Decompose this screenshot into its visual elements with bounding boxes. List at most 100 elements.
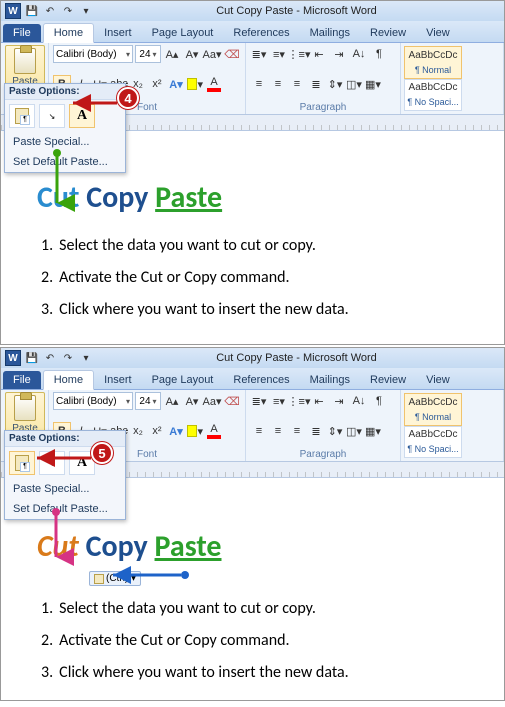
paste-merge-icon[interactable]: ↘ xyxy=(39,104,65,128)
ribbon-group-styles: AaBbCcDc ¶ Normal AaBbCcDc ¶ No Spaci... xyxy=(401,390,504,461)
decrease-indent-icon[interactable]: ⇤ xyxy=(310,392,328,410)
multilevel-icon[interactable]: ⋮≡▾ xyxy=(290,392,308,410)
clear-formatting-icon[interactable]: ⌫ xyxy=(223,45,241,63)
group-label-paragraph: Paragraph xyxy=(250,102,396,114)
redo-icon[interactable]: ↷ xyxy=(61,351,75,365)
clear-formatting-icon[interactable]: ⌫ xyxy=(223,392,241,410)
ribbon-group-paragraph: ≣▾ ≡▾ ⋮≡▾ ⇤ ⇥ A↓ ¶ ≡ ≡ ≡ ≣ ⇕▾ ◫▾ ▦▾ Para… xyxy=(246,43,401,114)
highlight-button[interactable]: ▾ xyxy=(186,422,204,440)
multilevel-icon[interactable]: ⋮≡▾ xyxy=(290,45,308,63)
word-app-icon[interactable]: W xyxy=(5,3,21,19)
change-case-icon[interactable]: Aa▾ xyxy=(203,392,221,410)
shading-icon[interactable]: ◫▾ xyxy=(345,422,363,440)
callout-5: 5 xyxy=(91,442,113,464)
tab-mailings[interactable]: Mailings xyxy=(300,24,360,42)
tab-file[interactable]: File xyxy=(3,24,41,42)
align-center-icon[interactable]: ≡ xyxy=(269,422,287,440)
paste-keep-source-icon[interactable]: ¶ xyxy=(9,451,35,475)
align-left-icon[interactable]: ≡ xyxy=(250,422,268,440)
shading-icon[interactable]: ◫▾ xyxy=(345,75,363,93)
green-arrow xyxy=(47,149,67,209)
redo-icon[interactable]: ↷ xyxy=(61,4,75,18)
show-marks-icon[interactable]: ¶ xyxy=(370,45,388,63)
style-no-spacing[interactable]: AaBbCcDc ¶ No Spaci... xyxy=(404,426,462,459)
increase-indent-icon[interactable]: ⇥ xyxy=(330,392,348,410)
callout-4: 4 xyxy=(117,87,139,109)
grow-font-icon[interactable]: A▴ xyxy=(163,392,181,410)
paste-special-item[interactable]: Paste Special... xyxy=(5,479,125,499)
screenshot-bottom: W 💾 ↶ ↷ ▾ Cut Copy Paste - Microsoft Wor… xyxy=(0,347,505,701)
tab-insert[interactable]: Insert xyxy=(94,24,142,42)
text-effects-icon[interactable]: A▾ xyxy=(167,75,185,93)
grow-font-icon[interactable]: A▴ xyxy=(163,45,181,63)
align-right-icon[interactable]: ≡ xyxy=(288,422,306,440)
justify-icon[interactable]: ≣ xyxy=(307,422,325,440)
blue-arrow xyxy=(109,568,189,584)
tab-view[interactable]: View xyxy=(416,371,460,389)
increase-indent-icon[interactable]: ⇥ xyxy=(330,45,348,63)
list-item: 2.Activate the Cut or Copy command. xyxy=(41,625,468,657)
shrink-font-icon[interactable]: A▾ xyxy=(183,392,201,410)
tab-review[interactable]: Review xyxy=(360,24,416,42)
undo-icon[interactable]: ↶ xyxy=(43,351,57,365)
font-size-combo[interactable]: 24 xyxy=(135,392,161,410)
tab-insert[interactable]: Insert xyxy=(94,371,142,389)
show-marks-icon[interactable]: ¶ xyxy=(370,392,388,410)
text-effects-icon[interactable]: A▾ xyxy=(167,422,185,440)
paste-keep-source-icon[interactable]: ¶ xyxy=(9,104,35,128)
shrink-font-icon[interactable]: A▾ xyxy=(183,45,201,63)
ribbon-group-paragraph: ≣▾ ≡▾ ⋮≡▾ ⇤ ⇥ A↓ ¶ ≡ ≡ ≡ ≣ ⇕▾ ◫▾ ▦▾ Para… xyxy=(246,390,401,461)
tab-home[interactable]: Home xyxy=(43,370,94,390)
save-icon[interactable]: 💾 xyxy=(25,351,39,365)
clipboard-mini-icon xyxy=(94,574,104,584)
borders-icon[interactable]: ▦▾ xyxy=(364,422,382,440)
font-name-combo[interactable]: Calibri (Body) xyxy=(53,392,133,410)
clipboard-icon xyxy=(14,395,36,421)
sort-icon[interactable]: A↓ xyxy=(350,45,368,63)
font-size-combo[interactable]: 24 xyxy=(135,45,161,63)
style-no-spacing[interactable]: AaBbCcDc ¶ No Spaci... xyxy=(404,79,462,112)
font-color-button[interactable]: A xyxy=(205,422,223,440)
borders-icon[interactable]: ▦▾ xyxy=(364,75,382,93)
align-left-icon[interactable]: ≡ xyxy=(250,75,268,93)
tab-file[interactable]: File xyxy=(3,371,41,389)
superscript-button[interactable]: x² xyxy=(148,75,166,93)
style-normal[interactable]: AaBbCcDc ¶ Normal xyxy=(404,393,462,426)
tab-review[interactable]: Review xyxy=(360,371,416,389)
font-color-button[interactable]: A xyxy=(205,75,223,93)
superscript-button[interactable]: x² xyxy=(148,422,166,440)
highlight-button[interactable]: ▾ xyxy=(186,75,204,93)
align-center-icon[interactable]: ≡ xyxy=(269,75,287,93)
title-paste: Paste xyxy=(155,179,222,216)
qat-dropdown-icon[interactable]: ▾ xyxy=(79,4,93,18)
quick-access-toolbar: 💾 ↶ ↷ ▾ xyxy=(25,351,93,365)
tab-mailings[interactable]: Mailings xyxy=(300,371,360,389)
subscript-button[interactable]: x₂ xyxy=(129,422,147,440)
line-spacing-icon[interactable]: ⇕▾ xyxy=(326,75,344,93)
bullets-icon[interactable]: ≣▾ xyxy=(250,45,268,63)
undo-icon[interactable]: ↶ xyxy=(43,4,57,18)
tab-page-layout[interactable]: Page Layout xyxy=(142,24,224,42)
numbering-icon[interactable]: ≡▾ xyxy=(270,45,288,63)
tab-references[interactable]: References xyxy=(223,371,299,389)
font-name-combo[interactable]: Calibri (Body) xyxy=(53,45,133,63)
tab-view[interactable]: View xyxy=(416,24,460,42)
tab-home[interactable]: Home xyxy=(43,23,94,43)
bullets-icon[interactable]: ≣▾ xyxy=(250,392,268,410)
change-case-icon[interactable]: Aa▾ xyxy=(203,45,221,63)
doc-title: Cut Copy Paste xyxy=(37,179,468,216)
tab-page-layout[interactable]: Page Layout xyxy=(142,371,224,389)
save-icon[interactable]: 💾 xyxy=(25,4,39,18)
word-app-icon[interactable]: W xyxy=(5,350,21,366)
qat-dropdown-icon[interactable]: ▾ xyxy=(79,351,93,365)
sort-icon[interactable]: A↓ xyxy=(350,392,368,410)
align-right-icon[interactable]: ≡ xyxy=(288,75,306,93)
list-item: 3.Click where you want to insert the new… xyxy=(41,294,468,326)
style-normal[interactable]: AaBbCcDc ¶ Normal xyxy=(404,46,462,79)
line-spacing-icon[interactable]: ⇕▾ xyxy=(326,422,344,440)
justify-icon[interactable]: ≣ xyxy=(307,75,325,93)
screenshot-top: W 💾 ↶ ↷ ▾ Cut Copy Paste - Microsoft Wor… xyxy=(0,0,505,345)
decrease-indent-icon[interactable]: ⇤ xyxy=(310,45,328,63)
tab-references[interactable]: References xyxy=(223,24,299,42)
numbering-icon[interactable]: ≡▾ xyxy=(270,392,288,410)
